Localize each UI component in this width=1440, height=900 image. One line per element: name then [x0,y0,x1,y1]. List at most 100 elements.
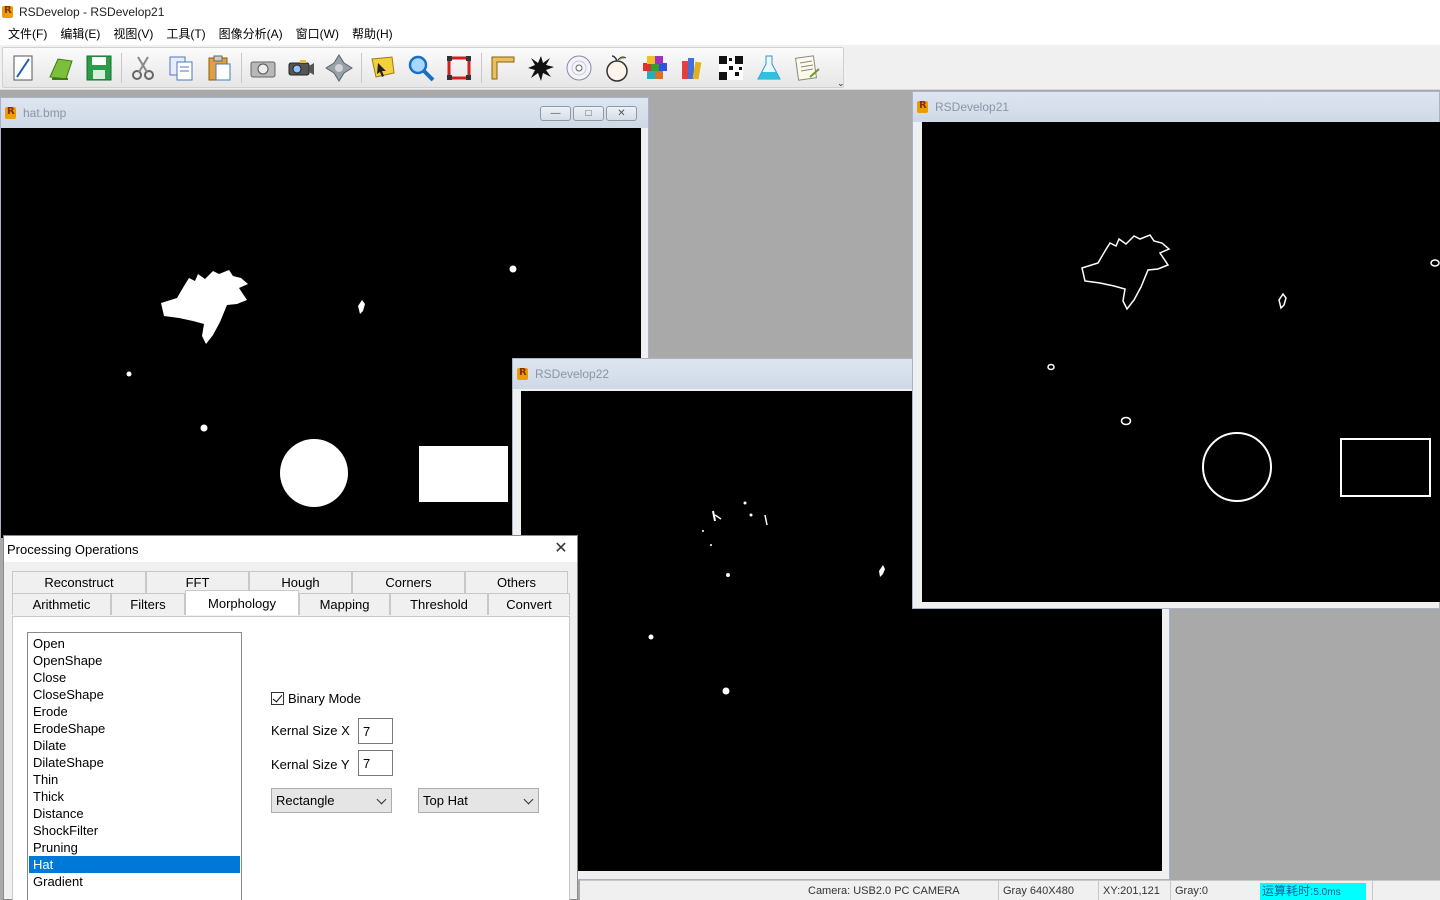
list-item[interactable]: CloseShape [29,686,240,703]
document-icon[interactable] [791,51,823,85]
list-item[interactable]: Distance [29,805,240,822]
toolbar-separator [121,52,122,83]
status-bar: Camera: USB2.0 PC CAMERA Gray 640X480 XY… [580,880,1440,900]
menu-help[interactable]: 帮助(H) [348,24,397,44]
tab-others[interactable]: Others [465,571,568,593]
status-format: Gray 640X480 [998,881,1098,900]
status-camera: Camera: USB2.0 PC CAMERA [808,885,960,897]
list-item[interactable]: DilateShape [29,754,240,771]
kernel-shape-value: Rectangle [276,793,335,808]
camera-icon[interactable] [247,51,279,85]
menu-view[interactable]: 视图(V) [109,24,157,44]
binary-mode-row: Binary Mode [271,691,361,706]
toolbar-overflow-button[interactable]: ⌄ [837,78,845,89]
tab-arithmetic[interactable]: Arithmetic [12,593,111,615]
kernel-shape-select[interactable]: Rectangle [271,788,392,813]
qr-code-icon[interactable] [715,51,747,85]
list-item-selected[interactable]: Hat [29,856,240,873]
app-logo-icon [5,106,18,120]
tab-reconstruct[interactable]: Reconstruct [12,571,146,593]
select-pointer-icon[interactable] [367,51,399,85]
ruler-icon[interactable] [487,51,519,85]
menu-edit[interactable]: 编辑(E) [56,24,104,44]
tab-morphology[interactable]: Morphology [185,590,299,615]
dialog-titlebar[interactable]: Processing Operations ✕ [4,536,577,562]
app-logo-icon [517,367,530,381]
list-item[interactable]: OpenShape [29,652,240,669]
toolbar-separator [481,52,482,83]
window-rsdevelop21-titlebar[interactable]: RSDevelop21 [913,92,1439,122]
tab-filters[interactable]: Filters [111,593,185,615]
status-timing: 运算耗时:5.0ms [1260,883,1366,900]
flask-icon[interactable] [753,51,785,85]
hat-type-select[interactable]: Top Hat [418,788,539,813]
list-item[interactable]: Thick [29,788,240,805]
tab-mapping[interactable]: Mapping [299,593,390,615]
kernel-size-y-input[interactable] [358,750,393,776]
cut-icon[interactable] [127,51,159,85]
zoom-icon[interactable] [405,51,437,85]
app-title: RSDevelop - RSDevelop21 [19,4,165,19]
list-item[interactable]: Dilate [29,737,240,754]
status-xy: XY:201,121 [1098,881,1170,900]
books-icon[interactable] [677,51,709,85]
tab-corners[interactable]: Corners [352,571,465,593]
new-file-icon[interactable] [7,51,39,85]
binary-mode-checkbox[interactable] [271,692,284,705]
menu-image-analysis[interactable]: 图像分析(A) [215,24,287,44]
crop-icon[interactable] [443,51,475,85]
list-item[interactable]: Open [29,635,240,652]
list-item[interactable]: Thin [29,771,240,788]
menu-window[interactable]: 窗口(W) [292,24,343,44]
copy-icon[interactable] [165,51,197,85]
dialog-title: Processing Operations [7,541,139,557]
list-item[interactable]: Erode [29,703,240,720]
window-title: hat.bmp [23,106,67,120]
kernel-size-x-input[interactable] [358,718,393,744]
maximize-button[interactable]: □ [573,106,604,121]
toolbar-separator [241,52,242,83]
list-item[interactable]: ShockFilter [29,822,240,839]
kernel-size-x-label: Kernal Size X [271,723,350,738]
list-item[interactable]: Close [29,669,240,686]
list-item[interactable]: ErodeShape [29,720,240,737]
menu-bar: 文件(F) 编辑(E) 视图(V) 工具(T) 图像分析(A) 窗口(W) 帮助… [0,23,1440,45]
splash-icon[interactable] [525,51,557,85]
open-file-icon[interactable] [45,51,77,85]
tab-threshold[interactable]: Threshold [390,593,488,615]
morphology-panel: Open OpenShape Close CloseShape Erode Er… [12,616,570,900]
cube-icon[interactable] [639,51,671,85]
list-item[interactable]: Pruning [29,839,240,856]
window-hat-bmp-titlebar[interactable]: hat.bmp — □ ✕ [1,98,648,128]
binary-mode-label: Binary Mode [288,691,361,706]
image-canvas-rsdevelop21[interactable] [922,122,1440,602]
status-empty-cell [1372,881,1440,900]
status-timing-value: 5.0ms [1313,887,1341,898]
disc-icon[interactable] [563,51,595,85]
list-item[interactable]: Gradient [29,873,240,890]
tab-convert[interactable]: Convert [488,593,570,615]
close-button[interactable]: ✕ [606,106,637,121]
toolbar: ⌄ [0,45,1440,90]
app-logo-icon [917,100,930,114]
settings-cross-icon[interactable] [323,51,355,85]
app-logo-icon [2,5,15,19]
tab-row-bottom: Arithmetic Filters Morphology Mapping Th… [12,590,570,615]
hat-type-value: Top Hat [423,793,468,808]
apple-icon[interactable] [601,51,633,85]
minimize-button[interactable]: — [540,106,571,121]
window-rsdevelop21: RSDevelop21 [912,91,1440,609]
chevron-down-icon [376,794,387,805]
kernel-size-y-label: Kernal Size Y [271,757,350,772]
save-icon[interactable] [83,51,115,85]
video-camera-icon[interactable] [285,51,317,85]
app-titlebar: RSDevelop - RSDevelop21 [0,0,1440,23]
menu-tools[interactable]: 工具(T) [162,24,209,44]
status-timing-label: 运算耗时: [1262,884,1314,898]
menu-file[interactable]: 文件(F) [4,24,51,44]
toolbar-separator [361,52,362,83]
window-title: RSDevelop22 [535,367,610,381]
dialog-close-button[interactable]: ✕ [553,539,569,557]
paste-icon[interactable] [203,51,235,85]
operation-list[interactable]: Open OpenShape Close CloseShape Erode Er… [27,632,242,900]
